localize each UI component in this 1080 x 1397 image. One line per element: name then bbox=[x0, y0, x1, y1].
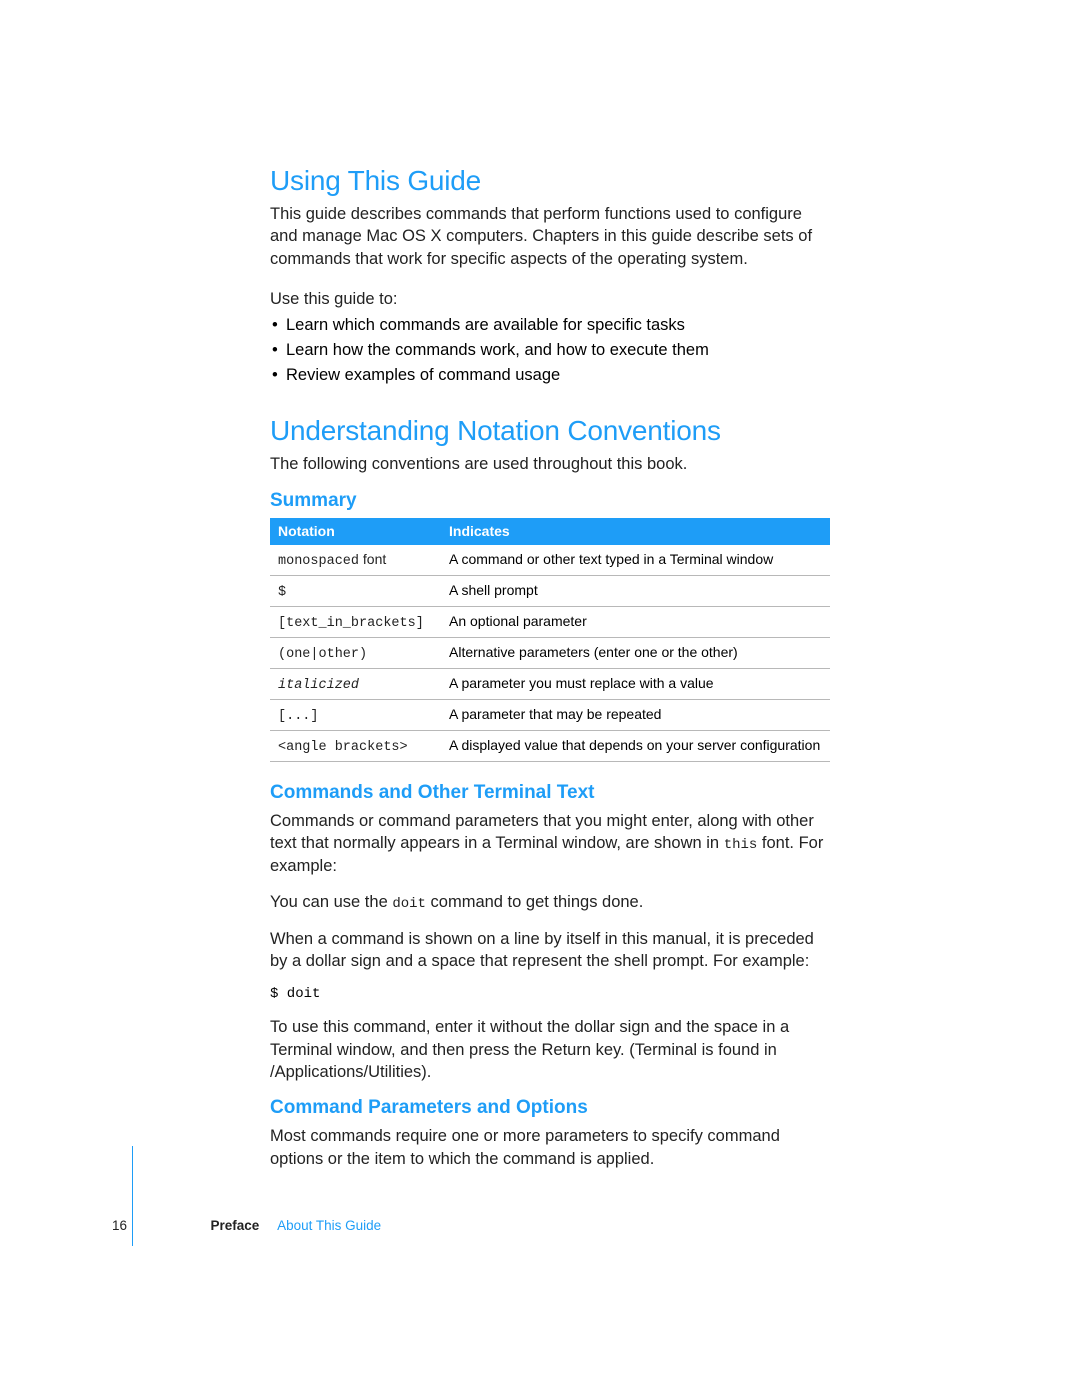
params-paragraph: Most commands require one or more parame… bbox=[270, 1125, 830, 1170]
use-guide-bullets: Learn which commands are available for s… bbox=[270, 314, 830, 387]
page-footer: 16 Preface About This Guide bbox=[112, 1218, 832, 1246]
table-row: monospaced font A command or other text … bbox=[270, 545, 830, 576]
params-subheading: Command Parameters and Options bbox=[270, 1097, 830, 1119]
notation-code: <angle brackets> bbox=[270, 730, 441, 761]
notation-indicates: An optional parameter bbox=[441, 606, 830, 637]
bullet-item: Review examples of command usage bbox=[270, 364, 830, 387]
footer-about: About This Guide bbox=[277, 1218, 381, 1233]
notation-code: italicized bbox=[278, 678, 359, 693]
terminal-paragraph: Commands or command parameters that you … bbox=[270, 810, 830, 877]
bullet-item: Learn how the commands work, and how to … bbox=[270, 339, 830, 362]
notation-indicates: A displayed value that depends on your s… bbox=[441, 730, 830, 761]
terminal-paragraph: When a command is shown on a line by its… bbox=[270, 928, 830, 973]
table-header-indicates: Indicates bbox=[441, 518, 830, 545]
terminal-paragraph: You can use the doit command to get thin… bbox=[270, 891, 830, 914]
inline-code: this bbox=[724, 837, 758, 853]
shell-example: $ doit bbox=[270, 986, 830, 1002]
page-content: Using This Guide This guide describes co… bbox=[270, 165, 830, 1184]
heading-using-this-guide: Using This Guide bbox=[270, 165, 830, 197]
table-row: $ A shell prompt bbox=[270, 575, 830, 606]
summary-subheading: Summary bbox=[270, 490, 830, 512]
notation-code: [...] bbox=[270, 699, 441, 730]
notation-table: Notation Indicates monospaced font A com… bbox=[270, 518, 830, 762]
notation-indicates: A command or other text typed in a Termi… bbox=[441, 545, 830, 576]
inline-code: doit bbox=[392, 896, 426, 912]
table-row: [text_in_brackets] An optional parameter bbox=[270, 606, 830, 637]
notation-code: [text_in_brackets] bbox=[270, 606, 441, 637]
heading-notation-conventions: Understanding Notation Conventions bbox=[270, 415, 830, 447]
notation-indicates: A parameter you must replace with a valu… bbox=[441, 668, 830, 699]
table-header-notation: Notation bbox=[270, 518, 441, 545]
table-row: (one|other) Alternative parameters (ente… bbox=[270, 637, 830, 668]
intro-paragraph: This guide describes commands that perfo… bbox=[270, 203, 830, 270]
notation-code: monospaced bbox=[278, 554, 359, 569]
footer-preface: Preface bbox=[211, 1218, 260, 1233]
notation-suffix: font bbox=[359, 551, 386, 567]
notation-indicates: A shell prompt bbox=[441, 575, 830, 606]
notation-indicates: Alternative parameters (enter one or the… bbox=[441, 637, 830, 668]
notation-code: (one|other) bbox=[270, 637, 441, 668]
text-fragment: command to get things done. bbox=[426, 893, 643, 911]
text-fragment: You can use the bbox=[270, 893, 392, 911]
notation-indicates: A parameter that may be repeated bbox=[441, 699, 830, 730]
footer-rule bbox=[132, 1146, 133, 1246]
terminal-paragraph: To use this command, enter it without th… bbox=[270, 1016, 830, 1083]
notation-intro: The following conventions are used throu… bbox=[270, 453, 830, 475]
table-row: <angle brackets> A displayed value that … bbox=[270, 730, 830, 761]
terminal-text-subheading: Commands and Other Terminal Text bbox=[270, 782, 830, 804]
page-number: 16 bbox=[112, 1218, 130, 1233]
notation-code: $ bbox=[270, 575, 441, 606]
table-row: italicized A parameter you must replace … bbox=[270, 668, 830, 699]
table-row: [...] A parameter that may be repeated bbox=[270, 699, 830, 730]
use-guide-lead: Use this guide to: bbox=[270, 288, 830, 310]
bullet-item: Learn which commands are available for s… bbox=[270, 314, 830, 337]
